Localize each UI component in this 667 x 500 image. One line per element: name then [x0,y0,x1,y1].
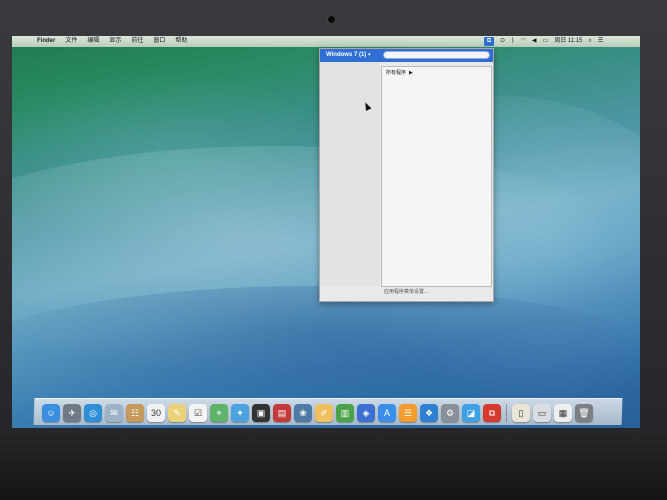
volume-icon[interactable]: ◀ [532,36,537,47]
menu-edit[interactable]: 编辑 [87,36,99,47]
windows-icon[interactable]: ❖ [420,404,438,422]
pinned-programs-pane [320,62,380,286]
stack-icon[interactable]: ▦ [554,404,572,422]
app-menu-settings-link[interactable]: 应用程序菜单设置... [384,289,428,296]
reminders-icon[interactable]: ☑ [189,404,207,422]
menu-finder[interactable]: Finder [37,36,55,47]
finder-icon[interactable]: ☺ [42,404,60,422]
maps-icon[interactable]: ⌖ [210,404,228,422]
menu-file[interactable]: 文件 [65,36,77,47]
messages-icon[interactable]: ✦ [231,404,249,422]
camera [327,15,336,24]
numbers-icon[interactable]: ▥ [336,404,354,422]
clock[interactable]: 周日 11:15 [554,36,582,47]
wifi-icon[interactable]: ◠ [521,36,526,47]
calendar-icon[interactable]: 30 [147,404,165,422]
safari-icon[interactable]: ◎ [84,404,102,422]
mail-icon[interactable]: ✉ [105,404,123,422]
desktop-screen[interactable]: Finder 文件 编辑 显示 前往 窗口 帮助 ⧉ ⊙ ᛒ ◠ ◀ ▭ 周日 … [12,36,640,428]
boot-camp-icon[interactable]: ◪ [462,404,480,422]
menu-view[interactable]: 显示 [109,36,121,47]
app-store-icon[interactable]: A [378,404,396,422]
menu-bar: Finder 文件 编辑 显示 前往 窗口 帮助 ⧉ ⊙ ᛒ ◠ ◀ ▭ 周日 … [12,36,640,47]
ibooks-icon[interactable]: ☰ [399,404,417,422]
contacts-icon[interactable]: ☷ [126,404,144,422]
facetime-icon[interactable]: ▣ [252,404,270,422]
parallels-icon[interactable]: ⧉ [483,404,501,422]
document-icon[interactable]: ▯ [512,404,530,422]
windows-start-menu: Windows 7 (1) ▾ 所有程序 ▶ 应用程序菜单设置... [319,48,494,302]
folder-icon[interactable]: ▭ [533,404,551,422]
arrow-right-icon: ▶ [409,70,413,76]
battery-icon[interactable]: ▭ [543,36,549,47]
iphoto-icon[interactable]: ❀ [294,404,312,422]
notes-icon[interactable]: ✎ [168,404,186,422]
photo-booth-icon[interactable]: ▤ [273,404,291,422]
search-input[interactable] [383,51,490,59]
menu-items: Finder 文件 编辑 显示 前往 窗口 帮助 [37,36,187,47]
launchpad-icon[interactable]: ✈ [63,404,81,422]
all-programs-label: 所有程序 [386,70,407,76]
chevron-down-icon[interactable]: ▾ [368,49,371,62]
search-icon[interactable]: ⌕ [588,36,591,47]
trash-icon[interactable]: 🗑 [575,404,593,422]
sync-icon[interactable]: ⊙ [500,36,505,47]
dock-separator [506,404,507,422]
bezel-bottom [0,430,667,500]
menu-help[interactable]: 帮助 [175,36,187,47]
dock-icons: ☺ ✈ ◎ ✉ ☷ 30 ✎ ☑ ⌖ ✦ ▣ ▤ ❀ ✐ ▥ ◈ A ☰ ❖ ⚙ ◪ ⧉ ▯ ▭ ▦ 🗑 [42,400,622,422]
popup-title[interactable]: Windows 7 (1) [326,49,366,62]
programs-pane: 所有程序 ▶ [381,66,492,287]
popup-header: Windows 7 (1) ▾ [320,49,493,62]
all-programs-item[interactable]: 所有程序 ▶ [386,70,413,77]
status-area: ⊙ ᛒ ◠ ◀ ▭ 周日 11:15 ⌕ ☰ [500,36,603,47]
bluetooth-icon[interactable]: ᛒ [511,36,515,47]
menu-window[interactable]: 窗口 [153,36,165,47]
pages-icon[interactable]: ✐ [315,404,333,422]
keynote-icon[interactable]: ◈ [357,404,375,422]
system-preferences-icon[interactable]: ⚙ [441,404,459,422]
windows-menu-icon[interactable]: ⧉ [484,37,494,46]
menu-go[interactable]: 前往 [131,36,143,47]
list-icon[interactable]: ☰ [598,36,603,47]
